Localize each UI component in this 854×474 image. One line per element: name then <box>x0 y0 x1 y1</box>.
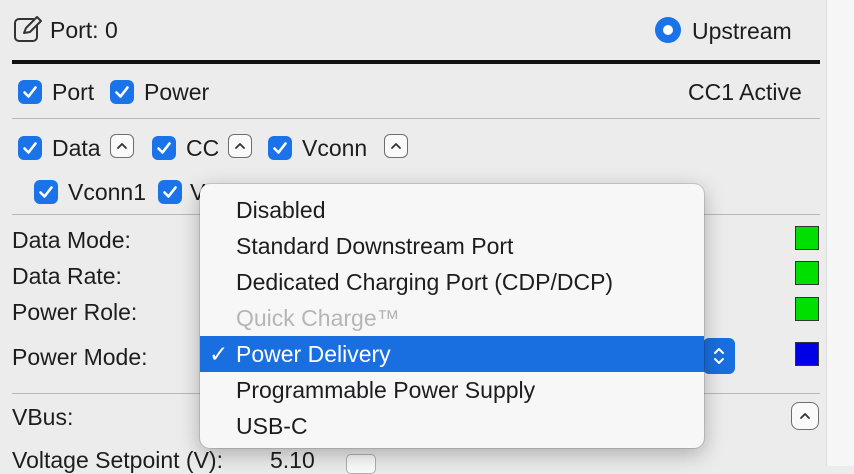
vbus-label: VBus: <box>12 404 74 430</box>
menu-item[interactable]: USB-C <box>200 408 704 444</box>
port-panel: Port: 0 Upstream Port Power CC1 Active D… <box>0 0 826 474</box>
menu-item-label: USB-C <box>236 413 308 439</box>
upstream-label: Upstream <box>692 18 792 44</box>
menu-item-label: Programmable Power Supply <box>236 377 536 403</box>
power-role-label: Power Role: <box>12 299 138 325</box>
port-checkbox[interactable] <box>18 80 42 104</box>
vconn-checkbox[interactable] <box>268 136 292 160</box>
divider-1 <box>12 118 820 119</box>
scroll-gutter <box>826 0 854 466</box>
data-disclosure-button[interactable] <box>110 134 134 158</box>
power-role-indicator <box>795 297 819 321</box>
power-checkbox-label: Power <box>144 79 210 105</box>
power-mode-indicator <box>795 342 819 366</box>
port-checkbox-label: Port <box>52 79 95 105</box>
vbus-disclosure-button[interactable] <box>791 402 819 430</box>
menu-item-label: Power Delivery <box>236 341 391 367</box>
vconn-checkbox-label: Vconn <box>302 135 368 161</box>
checkmark-icon: ✓ <box>209 341 229 367</box>
voltage-setpoint-label: Voltage Setpoint (V): <box>12 447 223 473</box>
menu-item-label: Quick Charge™ <box>236 305 400 331</box>
data-checkbox[interactable] <box>18 136 42 160</box>
voltage-stepper[interactable] <box>346 454 376 474</box>
menu-item[interactable]: Standard Downstream Port <box>200 228 704 264</box>
voltage-setpoint-value[interactable]: 5.10 <box>270 446 315 474</box>
cc-checkbox-label: CC <box>186 135 220 161</box>
cc-checkbox[interactable] <box>152 136 176 160</box>
data-rate-indicator <box>795 261 819 285</box>
edit-icon[interactable] <box>13 14 43 44</box>
cc-status: CC1 Active <box>688 79 802 105</box>
menu-item[interactable]: Programmable Power Supply <box>200 372 704 408</box>
cc-disclosure-button[interactable] <box>228 134 252 158</box>
menu-item[interactable]: Dedicated Charging Port (CDP/DCP) <box>200 264 704 300</box>
menu-item: Quick Charge™ <box>200 300 704 336</box>
data-mode-indicator <box>795 226 819 250</box>
vconn1-checkbox[interactable] <box>34 180 58 204</box>
header-divider <box>12 60 820 64</box>
vconn-disclosure-button[interactable] <box>384 134 408 158</box>
menu-item-label: Standard Downstream Port <box>236 233 514 259</box>
power-checkbox[interactable] <box>110 80 134 104</box>
power-mode-popup-arrows[interactable] <box>703 338 735 374</box>
data-rate-label: Data Rate: <box>12 263 122 289</box>
menu-item[interactable]: ✓ Power Delivery <box>200 336 704 372</box>
menu-item-label: Dedicated Charging Port (CDP/DCP) <box>236 269 614 295</box>
power-mode-label: Power Mode: <box>12 344 148 370</box>
data-checkbox-label: Data <box>52 135 101 161</box>
power-mode-menu: Disabled Standard Downstream Port Dedicate… <box>200 184 704 448</box>
port-title: Port: 0 <box>50 17 118 43</box>
vconn2-checkbox[interactable] <box>158 180 182 204</box>
menu-item[interactable]: Disabled <box>200 192 704 228</box>
vconn1-checkbox-label: Vconn1 <box>68 179 147 205</box>
menu-item-label: Disabled <box>236 197 326 223</box>
upstream-radio[interactable] <box>655 17 681 43</box>
data-mode-label: Data Mode: <box>12 227 131 253</box>
